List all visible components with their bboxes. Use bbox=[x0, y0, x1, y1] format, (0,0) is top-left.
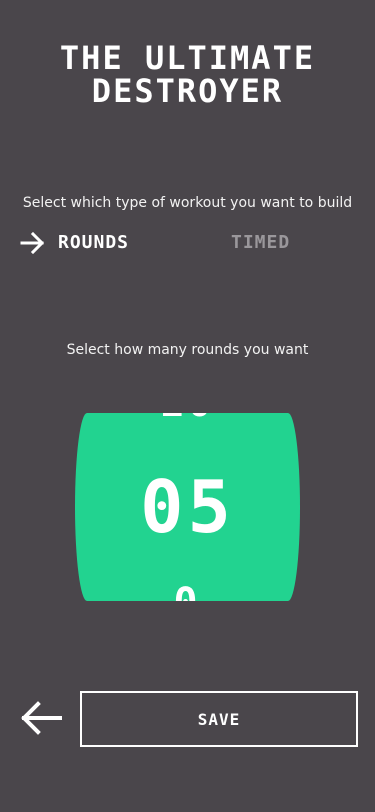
workout-type-prompt: Select which type of workout you want to… bbox=[22, 195, 353, 211]
rounds-option[interactable]: ROUNDS bbox=[58, 230, 129, 256]
workout-type-selector: ROUNDS TIMED bbox=[20, 230, 355, 256]
timed-option[interactable]: TIMED bbox=[231, 230, 290, 256]
left-arrow-icon bbox=[21, 701, 62, 735]
back-button[interactable] bbox=[18, 700, 64, 736]
right-arrow-icon bbox=[20, 232, 45, 254]
title-line-2: DESTROYER bbox=[91, 72, 284, 110]
picker-next-value: 0 bbox=[75, 579, 300, 601]
page-title: THE ULTIMATE DESTROYER bbox=[0, 42, 375, 108]
save-button[interactable]: SAVE bbox=[80, 691, 358, 747]
picker-previous-value: 10 bbox=[75, 413, 300, 427]
rounds-prompt: Select how many rounds you want bbox=[66, 342, 309, 358]
title-line-1: THE ULTIMATE bbox=[59, 39, 316, 77]
picker-current-value: 05 bbox=[140, 465, 235, 549]
rounds-picker[interactable]: 10 05 0 bbox=[75, 413, 300, 601]
